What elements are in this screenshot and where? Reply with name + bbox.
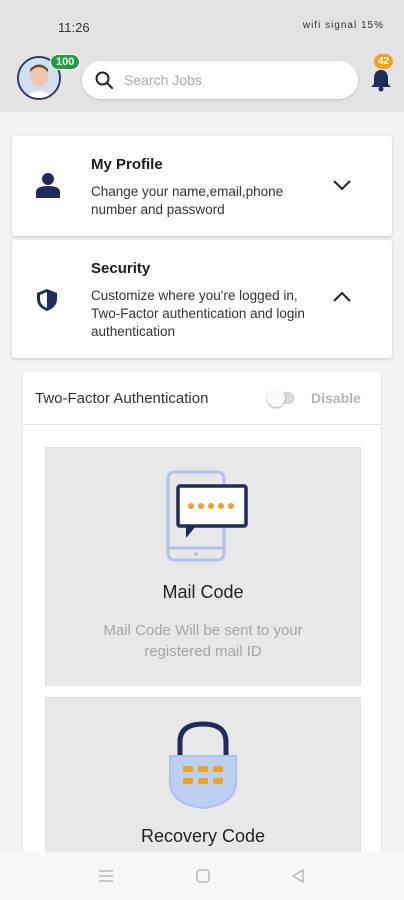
two-factor-header: Two-Factor Authentication Disable — [23, 372, 381, 425]
security-card[interactable]: Security Customize where you're logged i… — [12, 240, 392, 358]
security-title: Security — [91, 260, 151, 277]
my-profile-card[interactable]: My Profile Change your name,email,phone … — [12, 136, 392, 236]
search-icon — [94, 70, 114, 95]
two-factor-title: Two-Factor Authentication — [35, 390, 209, 407]
two-factor-toggle[interactable] — [267, 389, 295, 407]
search-input[interactable]: Search Jobs — [124, 72, 202, 88]
app-header: 100 Search Jobs 42 — [0, 50, 404, 112]
system-nav-bar — [0, 852, 404, 900]
search-bar[interactable]: Search Jobs — [82, 61, 358, 99]
toggle-knob — [267, 389, 285, 407]
mail-code-title: Mail Code — [162, 582, 244, 602]
mail-code-option[interactable]: Mail Code Mail Code Will be sent to your… — [45, 447, 361, 686]
two-factor-toggle-label: Disable — [311, 390, 361, 406]
settings-content: My Profile Change your name,email,phone … — [0, 112, 404, 864]
system-status-icons: wifi signal 15% — [302, 20, 384, 31]
my-profile-description: Change your name,email,phone number and … — [91, 184, 284, 217]
bell-icon[interactable] — [370, 68, 392, 97]
chevron-down-icon[interactable] — [332, 178, 352, 197]
two-factor-panel: Two-Factor Authentication Disable Mail C… — [23, 372, 381, 864]
recovery-code-title: Recovery Code — [140, 826, 266, 846]
avatar-score-badge: 100 — [50, 54, 81, 70]
security-description: Customize where you're logged in, Two-Fa… — [91, 288, 305, 339]
mail-code-description: Mail Code Will be sent to your registere… — [103, 622, 303, 660]
recovery-code-option[interactable]: Recovery Code — [45, 697, 361, 864]
home-icon[interactable] — [195, 868, 211, 889]
shield-icon — [36, 288, 58, 317]
status-time: 11:26 — [58, 20, 90, 35]
person-icon — [36, 172, 60, 203]
phone-message-icon — [164, 470, 248, 567]
chevron-up-icon[interactable] — [332, 290, 352, 309]
menu-icon[interactable] — [98, 868, 114, 889]
back-icon[interactable] — [290, 868, 306, 889]
status-bar: 11:26 wifi signal 15% — [0, 0, 404, 50]
notification-count-badge: 42 — [374, 54, 394, 69]
padlock-icon — [166, 720, 240, 817]
my-profile-title: My Profile — [91, 156, 163, 173]
